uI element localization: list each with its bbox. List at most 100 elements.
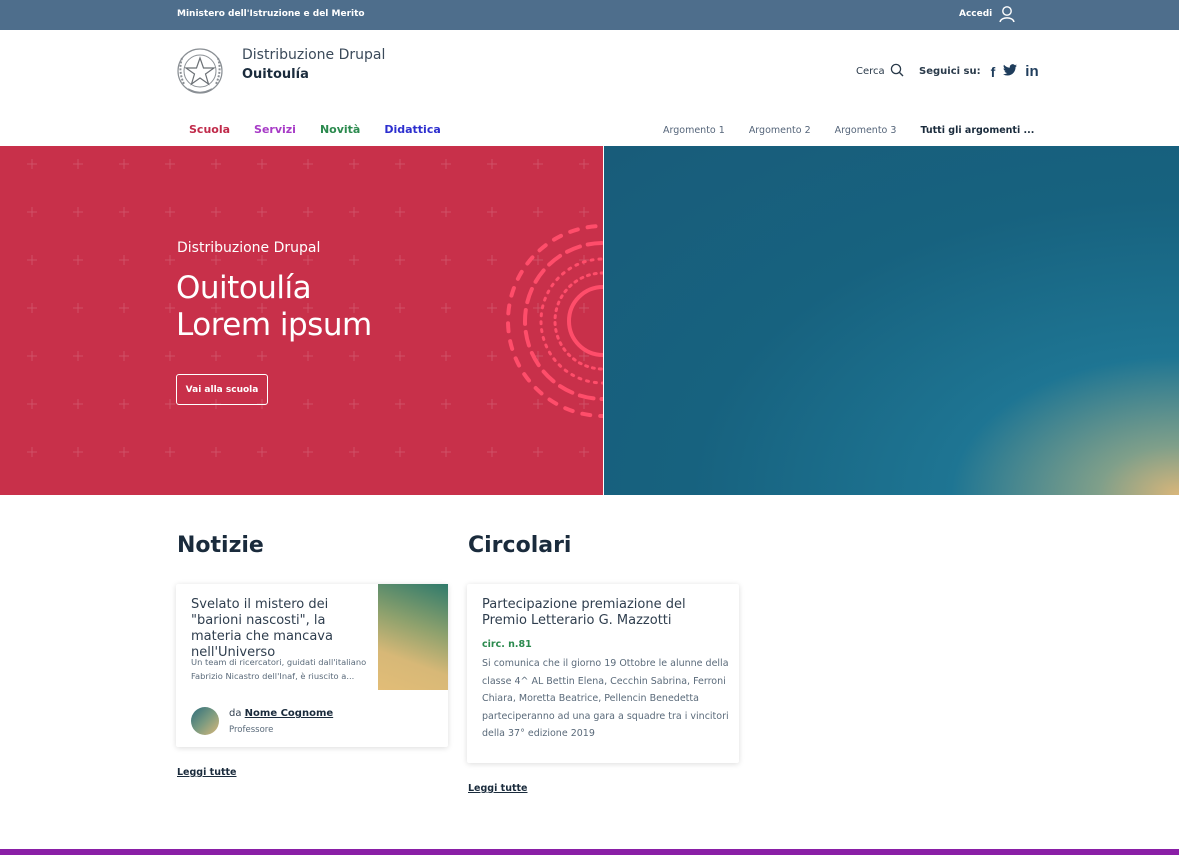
cross-mark xyxy=(533,159,543,169)
cross-mark xyxy=(303,399,313,409)
hero-title: Ouitoulía Lorem ipsum xyxy=(176,270,372,344)
social-links: Seguici su: f in xyxy=(919,63,1039,80)
circular-card[interactable]: Partecipazione premiazione del Premio Le… xyxy=(467,584,739,763)
cross-mark xyxy=(395,351,405,361)
cross-mark xyxy=(165,351,175,361)
cross-mark xyxy=(257,351,267,361)
cross-mark xyxy=(165,303,175,313)
linkedin-icon[interactable]: in xyxy=(1025,63,1038,80)
author-role: Professore xyxy=(229,725,274,735)
facebook-icon[interactable]: f xyxy=(991,64,996,80)
cross-mark xyxy=(27,303,37,313)
cross-mark xyxy=(119,207,129,217)
footer-strip xyxy=(0,849,1179,855)
topic-link-3[interactable]: Argomento 3 xyxy=(835,125,897,136)
cross-mark xyxy=(303,159,313,169)
cross-mark xyxy=(533,447,543,457)
cross-mark xyxy=(579,447,589,457)
cross-mark xyxy=(349,399,359,409)
hero-image xyxy=(604,146,1179,495)
cross-mark xyxy=(349,159,359,169)
topic-link-1[interactable]: Argomento 1 xyxy=(663,125,725,136)
cross-mark xyxy=(119,303,129,313)
search-label: Cerca xyxy=(856,66,885,77)
cross-mark xyxy=(73,447,83,457)
go-to-school-button[interactable]: Vai alla scuola xyxy=(176,374,268,405)
cross-mark xyxy=(395,399,405,409)
cross-mark xyxy=(257,447,267,457)
cross-mark xyxy=(441,447,451,457)
cross-mark xyxy=(165,255,175,265)
cross-mark xyxy=(349,447,359,457)
hero-subtitle: Distribuzione Drupal xyxy=(177,240,321,256)
news-card-excerpt: Un team di ricercatori, guidati dall'ita… xyxy=(191,657,367,681)
cross-mark xyxy=(119,351,129,361)
cross-mark xyxy=(73,351,83,361)
cross-mark xyxy=(441,351,451,361)
nav-item-scuola[interactable]: Scuola xyxy=(189,123,230,136)
author-link[interactable]: Nome Cognome xyxy=(245,708,333,719)
cross-mark xyxy=(441,399,451,409)
cross-mark xyxy=(395,207,405,217)
cross-mark xyxy=(165,447,175,457)
nav-item-servizi[interactable]: Servizi xyxy=(254,123,296,136)
circulars-read-all-link[interactable]: Leggi tutte xyxy=(468,783,528,794)
topic-link-2[interactable]: Argomento 2 xyxy=(749,125,811,136)
nav-item-novita[interactable]: Novità xyxy=(320,123,360,136)
cross-mark xyxy=(211,351,221,361)
twitter-icon[interactable] xyxy=(1003,64,1018,79)
news-card[interactable]: Svelato il mistero dei "barioni nascosti… xyxy=(176,584,448,747)
news-card-title[interactable]: Svelato il mistero dei "barioni nascosti… xyxy=(191,597,371,661)
circulars-heading: Circolari xyxy=(468,533,572,558)
cross-mark xyxy=(441,159,451,169)
cross-mark xyxy=(441,303,451,313)
circular-card-text: Si comunica che il giorno 19 Ottobre le … xyxy=(482,658,729,739)
cross-mark xyxy=(303,255,313,265)
cross-mark xyxy=(165,399,175,409)
cross-mark xyxy=(165,207,175,217)
cross-mark xyxy=(119,255,129,265)
nav-item-didattica[interactable]: Didattica xyxy=(384,123,440,136)
cross-mark xyxy=(487,447,497,457)
cross-mark xyxy=(395,159,405,169)
login-label: Accedi xyxy=(959,9,993,19)
cross-mark xyxy=(303,447,313,457)
main-nav: Scuola Servizi Novità Didattica xyxy=(189,123,441,136)
cross-mark xyxy=(211,255,221,265)
cross-mark xyxy=(211,447,221,457)
hero-banner: Distribuzione Drupal Ouitoulía Lorem ips… xyxy=(0,146,603,495)
cross-mark xyxy=(119,399,129,409)
cross-mark xyxy=(303,207,313,217)
cross-mark xyxy=(257,207,267,217)
news-heading: Notizie xyxy=(177,533,264,558)
cross-mark xyxy=(441,207,451,217)
cross-mark xyxy=(73,303,83,313)
italian-republic-emblem-icon[interactable] xyxy=(174,44,226,98)
hero-title-line-1: Ouitoulía xyxy=(176,270,312,306)
cross-mark xyxy=(257,255,267,265)
cross-mark xyxy=(119,447,129,457)
cross-mark xyxy=(73,255,83,265)
cross-mark xyxy=(211,159,221,169)
login-button[interactable]: Accedi xyxy=(959,5,1016,23)
avatar xyxy=(191,707,219,735)
all-topics-link[interactable]: Tutti gli argomenti ... xyxy=(920,125,1034,136)
circular-card-title[interactable]: Partecipazione premiazione del Premio Le… xyxy=(482,597,727,629)
hero-burst-graphic xyxy=(506,224,603,418)
cross-mark xyxy=(27,207,37,217)
news-read-all-link[interactable]: Leggi tutte xyxy=(177,767,237,778)
ministry-link[interactable]: Ministero dell'Istruzione e del Merito xyxy=(177,9,365,19)
cross-mark xyxy=(395,303,405,313)
cross-mark xyxy=(211,207,221,217)
search-button[interactable]: Cerca xyxy=(856,63,904,80)
cross-mark xyxy=(165,159,175,169)
brand-name: Ouitoulía xyxy=(242,67,309,82)
cross-mark xyxy=(27,351,37,361)
cross-mark xyxy=(257,159,267,169)
cross-mark xyxy=(395,447,405,457)
news-card-thumbnail xyxy=(378,584,448,690)
cross-mark xyxy=(73,399,83,409)
hero-title-line-2: Lorem ipsum xyxy=(176,307,372,343)
cross-mark xyxy=(119,159,129,169)
brand-subtitle: Distribuzione Drupal xyxy=(242,47,386,63)
